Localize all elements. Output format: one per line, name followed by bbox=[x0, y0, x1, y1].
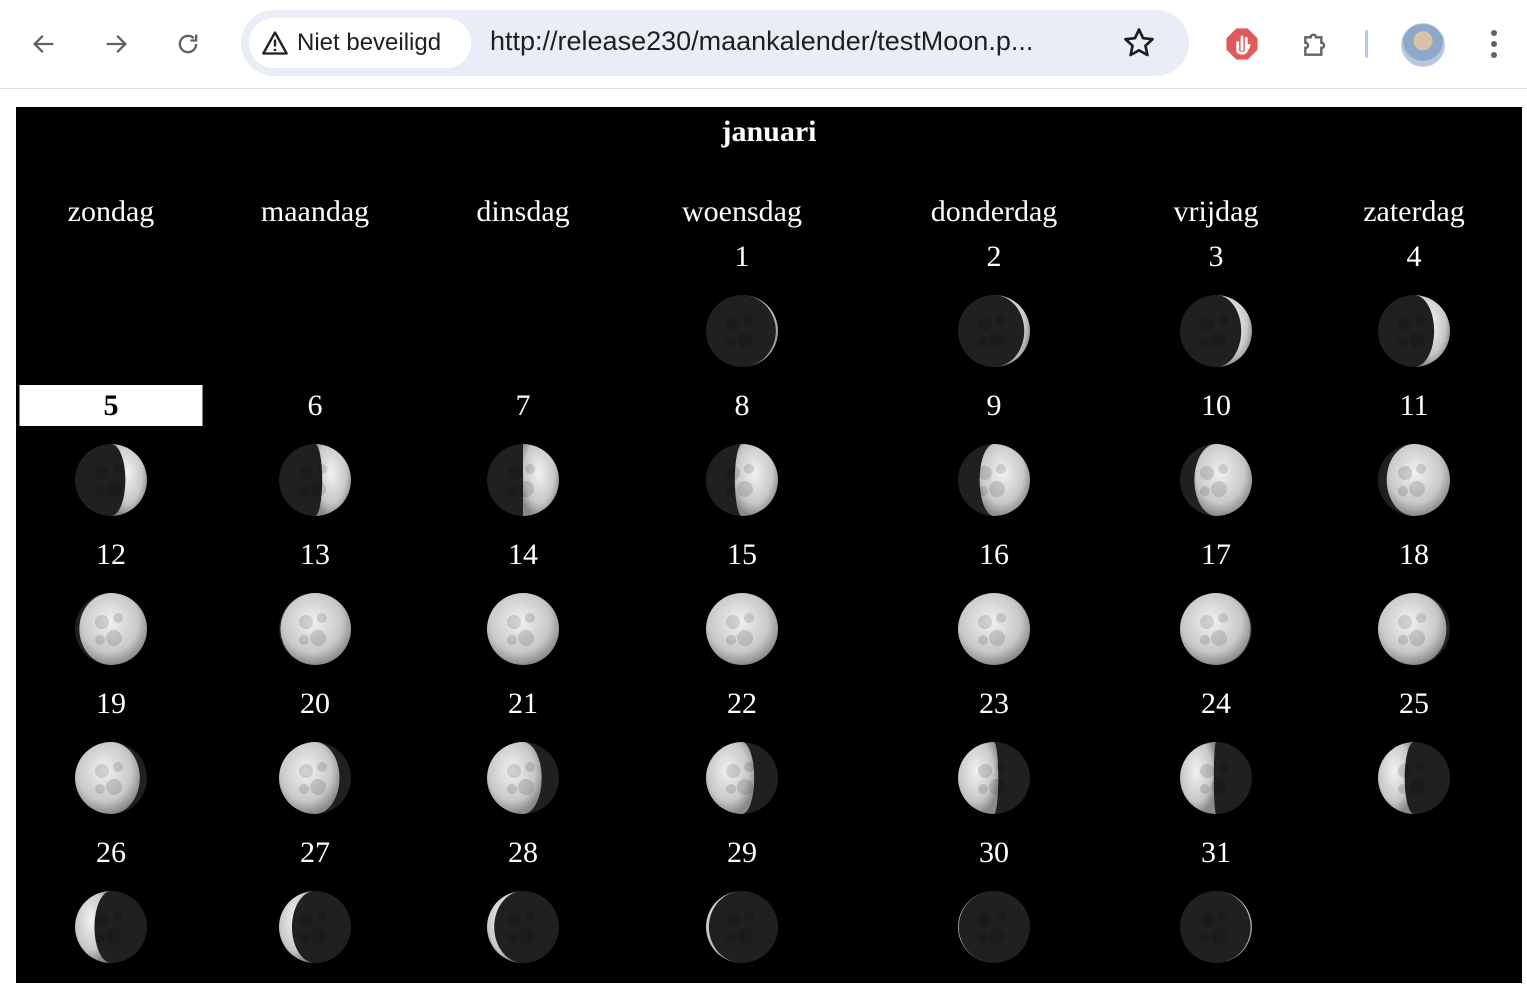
security-chip[interactable]: Niet beveiligd bbox=[249, 18, 471, 68]
day-number: 7 bbox=[515, 389, 531, 422]
forward-arrow-icon[interactable] bbox=[94, 22, 138, 66]
moon-phase-image bbox=[486, 890, 560, 964]
moon-phase-image bbox=[1179, 294, 1253, 368]
moon-phase-image bbox=[705, 443, 779, 517]
moon-phase-image bbox=[486, 443, 560, 517]
moon-phase-image bbox=[1179, 443, 1253, 517]
moon-phase-image bbox=[74, 443, 148, 517]
day-number: 4 bbox=[1406, 240, 1422, 273]
weekday-header-sunday: zondag bbox=[67, 195, 155, 228]
moon-phase-image bbox=[1377, 592, 1451, 666]
moon-phase-image bbox=[705, 741, 779, 815]
moon-phase-image bbox=[957, 890, 1031, 964]
day-number: 23 bbox=[979, 687, 1009, 720]
day-number: 30 bbox=[979, 836, 1009, 869]
day-number: 20 bbox=[300, 687, 330, 720]
day-number: 13 bbox=[300, 538, 330, 571]
moon-phase-image bbox=[486, 741, 560, 815]
kebab-menu-icon[interactable] bbox=[1478, 22, 1510, 66]
moon-phase-image bbox=[74, 890, 148, 964]
day-number: 2 bbox=[986, 240, 1002, 273]
moon-phase-image bbox=[957, 443, 1031, 517]
moon-calendar: januari zondag maandag dinsdag woensdag … bbox=[16, 107, 1522, 983]
day-number: 25 bbox=[1399, 687, 1429, 720]
day-number: 8 bbox=[734, 389, 750, 422]
day-number: 6 bbox=[307, 389, 323, 422]
warning-triangle-icon bbox=[262, 31, 288, 55]
puzzle-extensions-icon[interactable] bbox=[1294, 22, 1338, 66]
month-title: januari bbox=[721, 115, 817, 148]
day-number: 18 bbox=[1399, 538, 1429, 571]
weekday-header-friday: vrijdag bbox=[1173, 195, 1259, 228]
day-number: 19 bbox=[96, 687, 126, 720]
moon-phase-image bbox=[74, 592, 148, 666]
day-number: 22 bbox=[727, 687, 757, 720]
moon-phase-image bbox=[74, 741, 148, 815]
weekday-header-monday: maandag bbox=[260, 195, 370, 228]
day-number: 26 bbox=[96, 836, 126, 869]
day-number: 31 bbox=[1201, 836, 1231, 869]
day-number-today: 5 bbox=[19, 385, 203, 426]
avatar[interactable] bbox=[1401, 23, 1445, 67]
bookmark-star-icon[interactable] bbox=[1121, 25, 1157, 61]
day-number: 27 bbox=[300, 836, 330, 869]
day-number: 15 bbox=[727, 538, 757, 571]
moon-phase-image bbox=[1377, 443, 1451, 517]
moon-phase-image bbox=[486, 592, 560, 666]
day-number: 24 bbox=[1201, 687, 1231, 720]
moon-phase-image bbox=[278, 890, 352, 964]
moon-phase-image bbox=[705, 890, 779, 964]
back-arrow-icon[interactable] bbox=[22, 22, 66, 66]
moon-phase-image bbox=[278, 443, 352, 517]
day-number: 28 bbox=[508, 836, 538, 869]
weekday-header-saturday: zaterdag bbox=[1363, 195, 1465, 228]
moon-phase-image bbox=[957, 294, 1031, 368]
reload-icon[interactable] bbox=[166, 22, 210, 66]
weekday-header-tuesday: dinsdag bbox=[476, 195, 570, 228]
moon-phase-image bbox=[705, 592, 779, 666]
day-number: 1 bbox=[734, 240, 750, 273]
day-number: 10 bbox=[1201, 389, 1231, 422]
stop-hand-extension-icon[interactable] bbox=[1220, 22, 1264, 66]
security-label: Niet beveiligd bbox=[297, 29, 442, 56]
day-number: 11 bbox=[1399, 389, 1429, 422]
day-number: 3 bbox=[1208, 240, 1224, 273]
moon-phase-image bbox=[278, 741, 352, 815]
moon-phase-image bbox=[1179, 741, 1253, 815]
moon-phase-image bbox=[1377, 294, 1451, 368]
moon-phase-image bbox=[957, 592, 1031, 666]
day-number: 17 bbox=[1201, 538, 1231, 571]
day-number: 29 bbox=[727, 836, 757, 869]
moon-phase-image bbox=[1179, 890, 1253, 964]
moon-phase-image bbox=[278, 592, 352, 666]
day-number: 21 bbox=[508, 687, 538, 720]
browser-toolbar: Niet beveiligd http://release230/maankal… bbox=[0, 0, 1527, 89]
weekday-header-wednesday: woensdag bbox=[682, 195, 802, 228]
toolbar-separator bbox=[1365, 30, 1368, 58]
day-number: 16 bbox=[979, 538, 1009, 571]
moon-phase-image bbox=[1179, 592, 1253, 666]
day-number: 9 bbox=[986, 389, 1002, 422]
address-bar[interactable]: Niet beveiligd http://release230/maankal… bbox=[241, 10, 1189, 76]
weekday-header-thursday: donderdag bbox=[930, 195, 1058, 228]
moon-phase-image bbox=[705, 294, 779, 368]
moon-phase-image bbox=[1377, 741, 1451, 815]
moon-phase-image bbox=[957, 741, 1031, 815]
day-number: 12 bbox=[96, 538, 126, 571]
day-number: 14 bbox=[508, 538, 538, 571]
url-text[interactable]: http://release230/maankalender/testMoon.… bbox=[490, 26, 1100, 57]
